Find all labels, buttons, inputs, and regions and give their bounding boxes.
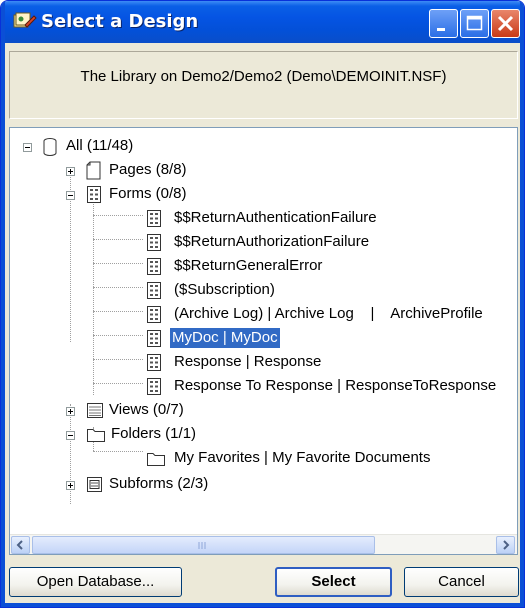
form-icon [146, 353, 162, 376]
form-item[interactable]: ($Subscription) [10, 280, 517, 302]
tree-label: Forms (0/8) [109, 185, 187, 202]
window-title: Select a Design [41, 11, 199, 32]
tree-label: All (11/48) [66, 137, 134, 154]
title-bar[interactable]: Select a Design [1, 1, 524, 43]
form-item[interactable]: $$ReturnAuthenticationFailure [10, 208, 517, 230]
folder-icon [146, 450, 166, 471]
tree-node-forms[interactable]: Forms (0/8) [10, 184, 510, 206]
form-item[interactable]: $$ReturnGeneralError [10, 256, 517, 278]
form-item[interactable]: Response | Response [10, 352, 517, 374]
tree-label: Pages (8/8) [109, 161, 187, 178]
tree-label: $$ReturnAuthenticationFailure [174, 209, 377, 226]
tree-label: $$ReturnGeneralError [174, 257, 323, 274]
horizontal-scrollbar[interactable] [10, 534, 517, 554]
minimize-icon [437, 28, 445, 31]
tree-label: Response To Response | ResponseToRespons… [174, 377, 497, 394]
folder-icon [86, 426, 106, 447]
design-tree[interactable]: All (11/48) Pages (8/8) Forms (0/8) $$Re… [9, 127, 518, 555]
form-item[interactable]: $$ReturnAuthorizationFailure [10, 232, 517, 254]
collapse-icon[interactable] [66, 431, 75, 440]
design-icon [13, 11, 37, 31]
folder-item[interactable]: My Favorites | My Favorite Documents [10, 448, 517, 470]
tree-label: My Favorites | My Favorite Documents [174, 449, 431, 466]
expand-icon[interactable] [66, 407, 75, 416]
chevron-left-icon [16, 540, 23, 550]
tree-label: ($Subscription) [174, 281, 275, 298]
subform-icon [86, 475, 104, 498]
form-icon [146, 377, 162, 398]
tree-node-views[interactable]: Views (0/7) [10, 400, 510, 422]
page-icon [86, 161, 102, 184]
tree-label: Views (0/7) [109, 401, 184, 418]
close-button[interactable] [491, 9, 520, 38]
chevron-right-icon [503, 540, 510, 550]
scroll-left-button[interactable] [11, 536, 30, 554]
cancel-button[interactable]: Cancel [404, 567, 519, 597]
form-item-selected[interactable]: MyDoc | MyDoc [10, 328, 517, 350]
form-item[interactable]: (Archive Log) | Archive Log | ArchivePro… [10, 304, 517, 326]
tree-label: Response | Response [174, 353, 322, 370]
form-icon [146, 257, 162, 280]
scroll-right-button[interactable] [496, 536, 515, 554]
form-icon [146, 329, 162, 352]
tree-node-subforms[interactable]: Subforms (2/3) [10, 474, 510, 496]
tree-node-pages[interactable]: Pages (8/8) [10, 160, 510, 182]
scrollbar-thumb[interactable] [32, 536, 375, 554]
form-icon [146, 305, 162, 328]
open-database-button[interactable]: Open Database... [9, 567, 182, 597]
database-icon [42, 137, 58, 161]
view-icon [86, 401, 104, 424]
expand-icon[interactable] [66, 167, 75, 176]
database-info-text: The Library on Demo2/Demo2 (Demo\DEMOINI… [80, 68, 447, 85]
collapse-icon[interactable] [23, 143, 32, 152]
tree-label: MyDoc | MyDoc [170, 328, 280, 348]
tree-node-all[interactable]: All (11/48) [10, 136, 510, 158]
tree-label: (Archive Log) | Archive Log | ArchivePro… [174, 305, 483, 322]
expand-icon[interactable] [66, 481, 75, 490]
tree-label: $$ReturnAuthorizationFailure [174, 233, 370, 250]
select-button[interactable]: Select [275, 567, 392, 597]
form-icon [146, 233, 162, 256]
collapse-icon[interactable] [66, 191, 75, 200]
form-icon [86, 185, 102, 208]
minimize-button[interactable] [429, 9, 458, 38]
database-info-panel: The Library on Demo2/Demo2 (Demo\DEMOINI… [9, 51, 518, 119]
maximize-button[interactable] [460, 9, 489, 38]
form-item[interactable]: Response To Response | ResponseToRespons… [10, 376, 517, 398]
tree-label: Subforms (2/3) [109, 475, 209, 492]
select-design-dialog: Select a Design The Library on Demo2/Dem… [0, 0, 525, 608]
form-icon [146, 209, 162, 232]
tree-node-folders[interactable]: Folders (1/1) [10, 424, 510, 446]
tree-label: Folders (1/1) [111, 425, 197, 442]
form-icon [146, 281, 162, 304]
maximize-icon [466, 15, 483, 31]
grip-icon [198, 542, 206, 549]
close-icon [497, 15, 514, 32]
